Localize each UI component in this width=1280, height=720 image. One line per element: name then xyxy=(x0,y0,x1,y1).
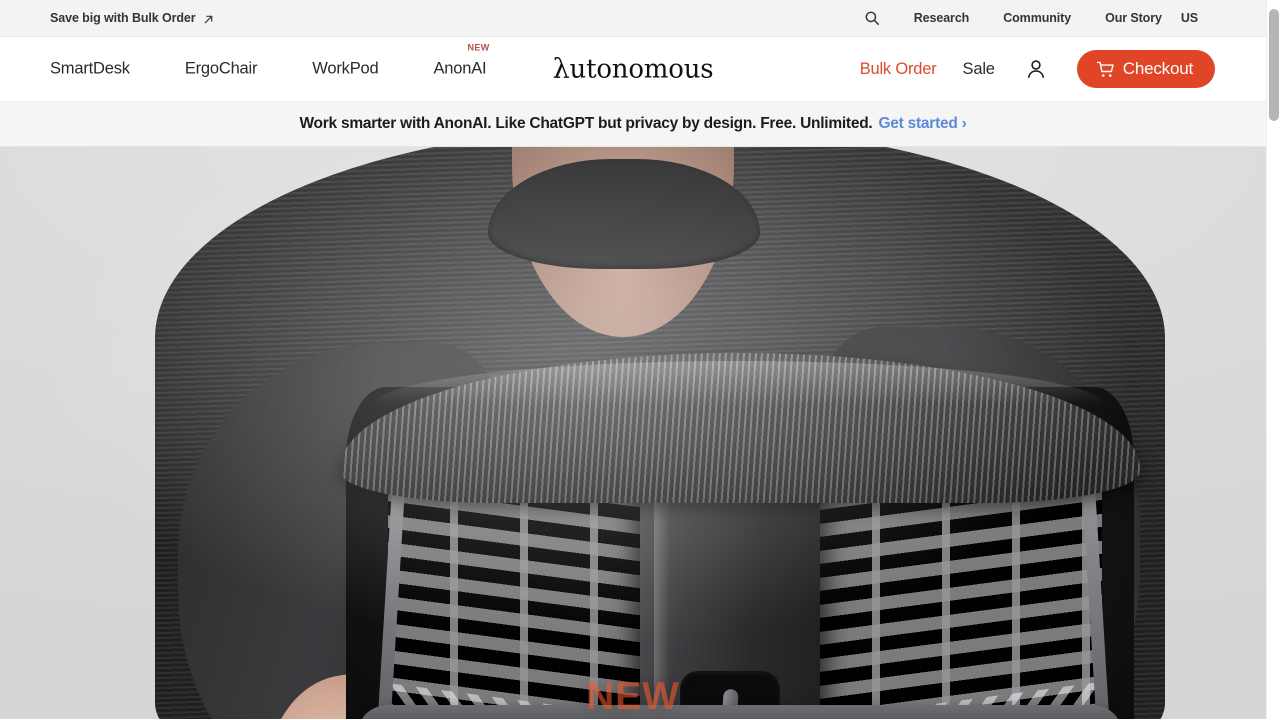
nav-new-badge: NEW xyxy=(467,42,490,53)
nav-item-ergochair[interactable]: ErgoChair xyxy=(185,60,258,79)
nav-item-smartdesk[interactable]: SmartDesk xyxy=(50,60,130,79)
promo-banner-message: Work smarter with AnonAI. Like ChatGPT b… xyxy=(299,115,873,132)
brand-wordmark-rest: utonomous xyxy=(569,54,714,85)
promo-banner-get-started-link[interactable]: Get started › xyxy=(879,115,967,133)
utility-bar: Save big with Bulk Order Research Commun… xyxy=(0,0,1266,37)
brand-lambda-glyph: λ xyxy=(552,53,570,85)
bulk-order-promo-label: Save big with Bulk Order xyxy=(50,11,196,25)
nav-sale-link[interactable]: Sale xyxy=(963,60,995,79)
search-icon[interactable] xyxy=(864,10,880,26)
nav-item-workpod[interactable]: WorkPod xyxy=(312,60,378,79)
region-selector-us[interactable]: US xyxy=(1181,11,1198,25)
page-scrollbar-thumb[interactable] xyxy=(1269,9,1279,121)
utility-links: Research Community Our Story US xyxy=(864,10,1198,26)
main-navigation: SmartDesk ErgoChair WorkPod NEW AnonAI λ… xyxy=(0,37,1266,102)
hero-chair-rail-highlight xyxy=(374,361,1104,405)
nav-bulk-order-link[interactable]: Bulk Order xyxy=(860,60,937,79)
page-root: Save big with Bulk Order Research Commun… xyxy=(0,0,1266,720)
promo-banner[interactable]: Work smarter with AnonAI. Like ChatGPT b… xyxy=(0,102,1266,147)
promo-banner-content: Work smarter with AnonAI. Like ChatGPT b… xyxy=(299,115,966,133)
checkout-button-label: Checkout xyxy=(1122,59,1193,78)
user-account-icon[interactable] xyxy=(1025,58,1047,80)
utility-link-community[interactable]: Community xyxy=(1003,11,1071,25)
checkout-button[interactable]: Checkout xyxy=(1076,50,1215,88)
shopping-cart-icon xyxy=(1096,60,1115,79)
utility-link-research[interactable]: Research xyxy=(914,11,970,25)
hero-chair-spine-highlight xyxy=(654,475,670,719)
nav-actions: Bulk Order Sale Checkout xyxy=(860,50,1215,88)
utility-link-our-story[interactable]: Our Story xyxy=(1105,11,1162,25)
nav-item-anonai-label: AnonAI xyxy=(433,59,487,78)
arrow-up-right-icon xyxy=(203,14,214,25)
hero-chair-top-rail xyxy=(340,353,1140,503)
page-scrollbar[interactable] xyxy=(1266,0,1280,720)
hero-ergochair-backrest xyxy=(340,353,1140,719)
primary-nav-items: SmartDesk ErgoChair WorkPod NEW AnonAI xyxy=(50,43,489,79)
bulk-order-promo-link[interactable]: Save big with Bulk Order xyxy=(50,11,214,25)
hero-chair-center-spine xyxy=(640,465,820,719)
nav-item-anonai[interactable]: NEW AnonAI xyxy=(433,43,489,79)
hero-chair-lumbar-support xyxy=(360,705,1120,719)
hero-product-image[interactable]: NEW xyxy=(0,147,1266,719)
brand-logo-autonomous[interactable]: λutonomous xyxy=(553,54,714,85)
